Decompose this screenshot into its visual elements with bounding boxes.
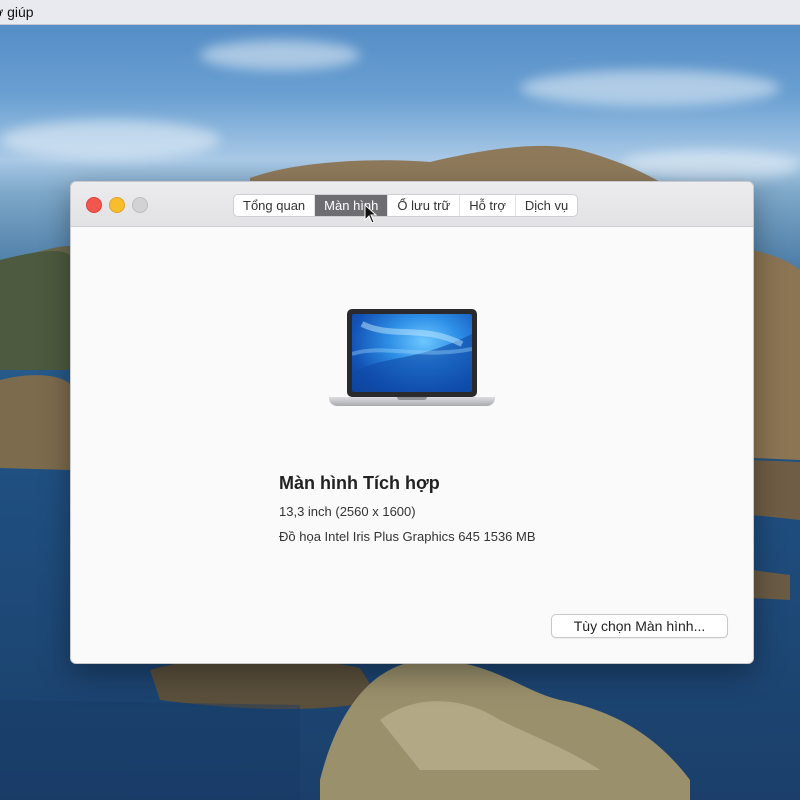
laptop-screen	[352, 314, 472, 392]
minimize-button[interactable]	[109, 197, 125, 213]
displays-pane: Màn hình Tích hợp 13,3 inch (2560 x 1600…	[71, 227, 753, 663]
wallpaper-swirl-icon	[352, 321, 472, 392]
laptop-notch	[397, 397, 427, 400]
tab-support[interactable]: Hỗ trợ	[460, 195, 516, 216]
display-name: Màn hình Tích hợp	[279, 473, 440, 493]
tab-overview[interactable]: Tổng quan	[234, 195, 316, 216]
tab-service[interactable]: Dịch vụ	[516, 195, 577, 216]
display-preferences-button[interactable]: Tùy chọn Màn hình...	[551, 614, 728, 638]
menu-bar: ợ giúp	[0, 0, 800, 25]
tab-storage[interactable]: Ổ lưu trữ	[388, 195, 461, 216]
window-titlebar: Tổng quan Màn hình Ổ lưu trữ Hỗ trợ Dịch…	[71, 182, 753, 227]
menu-item-help[interactable]: ợ giúp	[0, 4, 34, 20]
mouse-pointer-icon	[364, 204, 378, 224]
display-size-resolution: 13,3 inch (2560 x 1600)	[279, 504, 416, 519]
zoom-button	[132, 197, 148, 213]
about-this-mac-window: Tổng quan Màn hình Ổ lưu trữ Hỗ trợ Dịch…	[70, 181, 754, 664]
display-graphics: Đồ họa Intel Iris Plus Graphics 645 1536…	[279, 529, 536, 544]
laptop-lid	[347, 309, 477, 397]
close-button[interactable]	[86, 197, 102, 213]
tab-bar: Tổng quan Màn hình Ổ lưu trữ Hỗ trợ Dịch…	[233, 194, 579, 217]
macbook-display-illustration	[329, 309, 497, 409]
